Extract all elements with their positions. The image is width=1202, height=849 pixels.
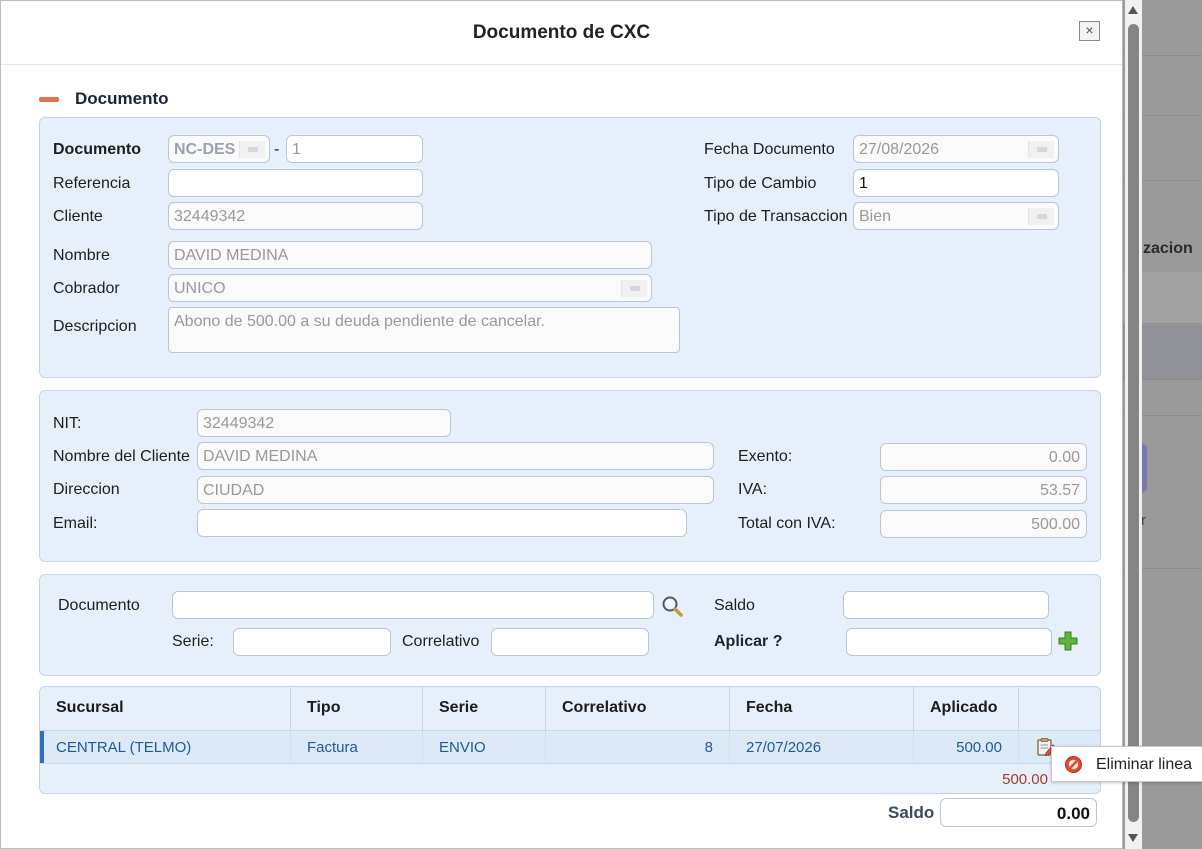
dropdown-icon[interactable] — [239, 141, 265, 158]
descripcion-label: Descripcion — [53, 318, 137, 335]
iva-label: IVA: — [738, 481, 768, 498]
email-input[interactable] — [197, 509, 687, 537]
nombre-input[interactable]: DAVID MEDINA — [168, 241, 652, 269]
cell-fecha: 27/07/2026 — [730, 731, 914, 763]
bg-column-label: zacion — [1143, 240, 1193, 257]
fecha-documento-value: 27/08/2026 — [859, 141, 940, 158]
fecha-documento-label: Fecha Documento — [704, 141, 835, 158]
cell-serie: ENVIO — [423, 731, 546, 763]
column-header-fecha[interactable]: Fecha — [730, 687, 914, 730]
prohibited-icon — [1064, 755, 1083, 774]
column-header-tipo[interactable]: Tipo — [291, 687, 423, 730]
cell-sucursal: CENTRAL (TELMO) — [40, 731, 291, 763]
cell-tipo: Factura — [291, 731, 423, 763]
exento-label: Exento: — [738, 448, 793, 465]
saldo-total-input[interactable]: 0.00 — [940, 798, 1097, 827]
tipo-transaccion-value: Bien — [859, 208, 892, 225]
scroll-down-arrow-icon[interactable] — [1128, 834, 1138, 842]
direccion-label: Direccion — [53, 481, 120, 498]
tooltip-label: Eliminar linea — [1096, 756, 1193, 773]
aplicar-documento-input[interactable] — [172, 591, 654, 619]
fecha-documento-input[interactable]: 27/08/2026 — [853, 135, 1059, 163]
modal-header: Documento de CXC × — [1, 1, 1122, 65]
exento-input[interactable]: 0.00 — [880, 443, 1087, 471]
serie-input[interactable] — [233, 628, 391, 656]
correlativo-input[interactable] — [491, 628, 649, 656]
aplicar-input[interactable] — [846, 628, 1052, 656]
cobrador-select[interactable]: UNICO — [168, 274, 652, 302]
cell-aplicado: 500.00 — [914, 731, 1019, 763]
referencia-label: Referencia — [53, 175, 131, 192]
aplicar-saldo-label: Saldo — [714, 597, 755, 614]
column-header-serie[interactable]: Serie — [423, 687, 546, 730]
referencia-input[interactable] — [168, 169, 423, 197]
collapse-minus-icon[interactable] — [39, 97, 59, 102]
tipo-transaccion-label: Tipo de Transaccion — [704, 208, 848, 225]
total-con-iva-input[interactable]: 500.00 — [880, 510, 1087, 538]
tipo-transaccion-select[interactable]: Bien — [853, 202, 1059, 230]
search-icon[interactable] — [660, 594, 684, 618]
cobrador-value: UNICO — [174, 280, 226, 297]
cliente-input[interactable]: 32449342 — [168, 202, 423, 230]
cobrador-label: Cobrador — [53, 280, 120, 297]
cell-correlativo: 8 — [546, 731, 730, 763]
doc-code-value: NC-DES — [174, 141, 236, 158]
tipo-cambio-input[interactable]: 1 — [853, 169, 1059, 197]
total-con-iva-label: Total con IVA: — [738, 515, 836, 532]
nit-label: NIT: — [53, 415, 82, 432]
aplicar-saldo-input[interactable] — [843, 591, 1049, 619]
nombre-label: Nombre — [53, 247, 110, 264]
scroll-up-arrow-icon[interactable] — [1128, 6, 1138, 14]
serie-label: Serie: — [172, 633, 214, 650]
cxc-document-modal: Documento de CXC × Documento Documento N… — [0, 0, 1123, 849]
doc-separator: - — [274, 141, 280, 158]
iva-input[interactable]: 53.57 — [880, 476, 1087, 504]
vertical-scrollbar[interactable] — [1125, 0, 1142, 849]
section-title: Documento — [75, 89, 169, 108]
documento-label: Documento — [53, 141, 141, 158]
close-button[interactable]: × — [1079, 21, 1100, 41]
descripcion-textarea[interactable]: Abono de 500.00 a su deuda pendiente de … — [168, 307, 680, 353]
correlativo-label: Correlativo — [402, 633, 480, 650]
dropdown-icon[interactable] — [1028, 208, 1054, 225]
doc-number-input[interactable]: 1 — [286, 135, 423, 163]
saldo-total-label: Saldo — [888, 803, 935, 822]
dropdown-icon[interactable] — [621, 280, 647, 297]
calendar-icon[interactable] — [1028, 141, 1054, 158]
column-header-correlativo[interactable]: Correlativo — [546, 687, 730, 730]
cliente-label: Cliente — [53, 208, 103, 225]
column-header-sucursal[interactable]: Sucursal — [40, 687, 291, 730]
tipo-cambio-label: Tipo de Cambio — [704, 175, 817, 192]
total-aplicado: 500.00 — [1002, 771, 1048, 788]
aplicar-panel — [39, 574, 1101, 676]
direccion-input[interactable]: CIUDAD — [197, 476, 714, 504]
aplicaciones-table: Sucursal Tipo Serie Correlativo Fecha Ap… — [39, 686, 1101, 794]
table-row[interactable]: CENTRAL (TELMO) Factura ENVIO 8 27/07/20… — [40, 730, 1100, 764]
modal-title: Documento de CXC — [472, 22, 651, 43]
scroll-thumb[interactable] — [1128, 24, 1139, 822]
doc-code-select[interactable]: NC-DES — [168, 135, 270, 163]
nit-input[interactable]: 32449342 — [197, 409, 451, 437]
nombre-cliente-input[interactable]: DAVID MEDINA — [197, 442, 714, 470]
eliminar-linea-tooltip[interactable]: Eliminar linea — [1051, 746, 1202, 782]
email-label: Email: — [53, 515, 98, 532]
nombre-cliente-label: Nombre del Cliente — [53, 448, 190, 465]
aplicar-label: Aplicar ? — [714, 633, 783, 650]
aplicar-documento-label: Documento — [58, 597, 140, 614]
column-header-aplicado[interactable]: Aplicado — [914, 687, 1019, 730]
add-plus-icon[interactable] — [1057, 630, 1079, 652]
